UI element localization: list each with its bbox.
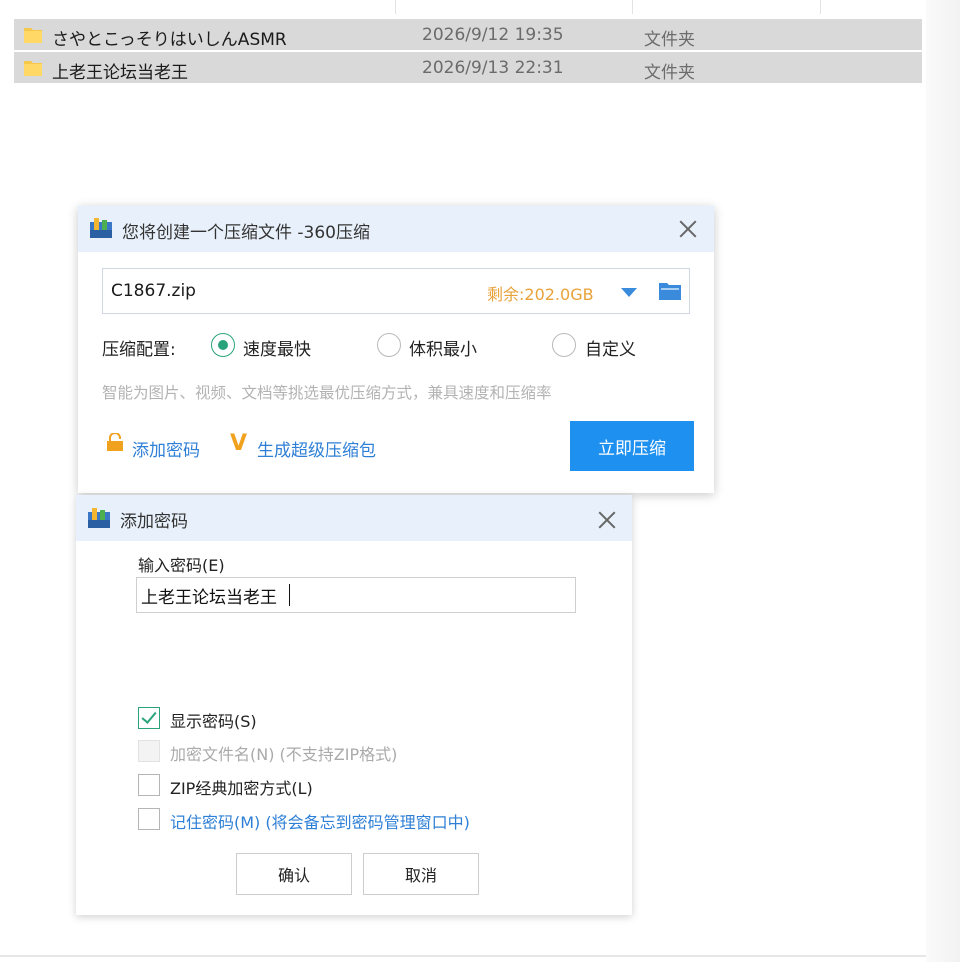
archive-name-field[interactable]: C1867.zip 剩余:202.0GB [102, 268, 690, 314]
window-edge [0, 955, 926, 957]
compress-config-label: 压缩配置: [102, 340, 176, 360]
encrypt-filenames-label: 加密文件名(N) (不支持ZIP格式) [170, 745, 398, 764]
encrypt-filenames-checkbox[interactable] [138, 740, 160, 762]
radio-label-smallest[interactable]: 体积最小 [409, 335, 477, 360]
compress-dialog: 您将创建一个压缩文件 -360压缩 C1867.zip 剩余:202.0GB 压… [78, 206, 714, 493]
file-row[interactable]: 上老王论坛当老王 2026/9/13 22:31 文件夹 [14, 52, 922, 83]
folder-browse-icon[interactable] [659, 282, 681, 300]
radio-label-custom[interactable]: 自定义 [585, 335, 636, 360]
compress-hint: 智能为图片、视频、文档等挑选最优压缩方式，兼具速度和压缩率 [102, 384, 552, 402]
radio-fastest[interactable] [211, 333, 235, 357]
chevron-down-icon[interactable] [621, 288, 637, 297]
window-edge [926, 0, 960, 962]
remember-password-checkbox[interactable] [138, 808, 160, 830]
password-dialog: 添加密码 输入密码(E) 显示密码(S) 加密文件名(N) (不支持ZIP格式)… [76, 495, 632, 915]
360zip-app-icon [88, 508, 110, 528]
dialog-title-bar[interactable]: 您将创建一个压缩文件 -360压缩 [78, 206, 714, 252]
text-caret [289, 584, 290, 606]
column-divider [632, 0, 633, 14]
close-icon[interactable] [675, 216, 701, 242]
dialog-title: 您将创建一个压缩文件 -360压缩 [122, 223, 370, 243]
file-date: 2026/9/12 19:35 [422, 25, 564, 45]
360zip-app-icon [90, 218, 112, 238]
free-space-label: 剩余:202.0GB [487, 285, 594, 304]
file-row[interactable]: さやとこっそりはいしんASMR 2026/9/12 19:35 文件夹 [14, 19, 922, 50]
dialog-title-bar[interactable]: 添加密码 [76, 495, 632, 541]
folder-icon [24, 61, 42, 76]
column-divider [820, 0, 821, 14]
archive-name-value[interactable]: C1867.zip [111, 281, 196, 301]
show-password-checkbox[interactable] [138, 707, 160, 729]
radio-custom[interactable] [552, 333, 576, 357]
file-type: 文件夹 [644, 63, 695, 83]
password-input-label: 输入密码(E) [138, 556, 225, 575]
file-name: 上老王论坛当老王 [52, 63, 188, 83]
compress-now-button[interactable]: 立即压缩 [570, 421, 694, 471]
close-icon[interactable] [594, 507, 620, 533]
radio-label-fastest[interactable]: 速度最快 [243, 335, 311, 360]
super-pack-link[interactable]: 生成超级压缩包 [257, 436, 376, 461]
file-date: 2026/9/13 22:31 [422, 58, 564, 78]
lock-icon [107, 433, 123, 451]
zip-classic-encryption-label[interactable]: ZIP经典加密方式(L) [170, 775, 313, 799]
add-password-link[interactable]: 添加密码 [132, 436, 200, 461]
zip-classic-encryption-checkbox[interactable] [138, 774, 160, 796]
remember-password-label[interactable]: 记住密码(M) (将会备忘到密码管理窗口中) [170, 809, 470, 833]
password-input[interactable] [136, 577, 576, 613]
cancel-button[interactable]: 取消 [363, 853, 479, 895]
radio-smallest[interactable] [377, 333, 401, 357]
file-type: 文件夹 [644, 30, 695, 50]
folder-icon [24, 28, 42, 43]
show-password-label[interactable]: 显示密码(S) [170, 708, 257, 732]
column-divider [395, 0, 396, 14]
vip-v-icon: V [230, 431, 248, 456]
confirm-button[interactable]: 确认 [236, 853, 352, 895]
file-name: さやとこっそりはいしんASMR [52, 30, 287, 50]
dialog-title: 添加密码 [120, 512, 188, 532]
